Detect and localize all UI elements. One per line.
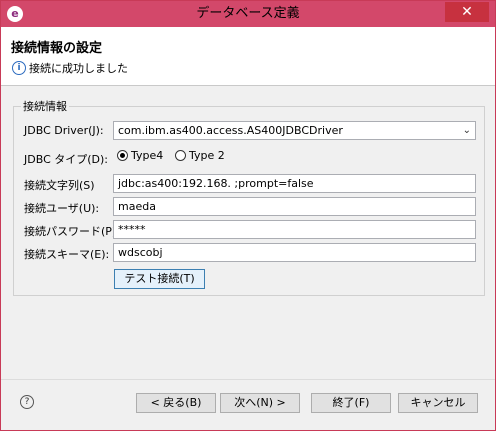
password-label: 接続パスワード(P):	[24, 225, 120, 238]
close-button[interactable]: ✕	[445, 2, 489, 22]
back-button[interactable]: < 戻る(B)	[136, 393, 216, 413]
url-label: 接続文字列(S)	[24, 179, 95, 192]
footer-divider	[1, 379, 495, 380]
group-legend: 接続情報	[21, 98, 69, 114]
test-connection-button[interactable]: テスト接続(T)	[114, 269, 205, 289]
page-title: 接続情報の設定	[11, 41, 103, 56]
password-input[interactable]: *****	[113, 220, 476, 239]
title-bar[interactable]: e データベース定義 ✕	[1, 1, 495, 27]
url-input[interactable]: jdbc:as400:192.168. ;prompt=false	[113, 174, 476, 193]
user-input[interactable]: maeda	[113, 197, 476, 216]
radio-unselected-icon	[175, 150, 186, 161]
info-icon: i	[12, 61, 26, 75]
driver-label: JDBC Driver(J):	[24, 124, 104, 137]
next-button[interactable]: 次へ(N) >	[220, 393, 300, 413]
help-icon[interactable]: ?	[20, 395, 34, 409]
cancel-button[interactable]: キャンセル	[398, 393, 478, 413]
type2-radio[interactable]: Type 2	[175, 149, 225, 162]
radio-selected-icon	[117, 150, 128, 161]
driver-value: com.ibm.as400.access.AS400JDBCDriver	[118, 124, 343, 137]
type2-label: Type 2	[189, 149, 225, 162]
dialog-window: e データベース定義 ✕ 接続情報の設定 i 接続に成功しました 接続情報 JD…	[0, 0, 496, 431]
dialog-header: 接続情報の設定 i 接続に成功しました	[1, 27, 495, 86]
chevron-down-icon[interactable]: ⌄	[463, 122, 471, 139]
user-label: 接続ユーザ(U):	[24, 202, 100, 215]
driver-select[interactable]: com.ibm.as400.access.AS400JDBCDriver ⌄	[113, 121, 476, 140]
finish-button[interactable]: 終了(F)	[311, 393, 391, 413]
status-message: 接続に成功しました	[29, 62, 128, 75]
type4-radio[interactable]: Type4	[117, 149, 163, 162]
window-title: データベース定義	[196, 6, 300, 21]
schema-input[interactable]: wdscobj	[113, 243, 476, 262]
type-label: JDBC タイプ(D):	[24, 153, 109, 166]
schema-label: 接続スキーマ(E):	[24, 248, 110, 261]
type4-label: Type4	[131, 149, 164, 162]
